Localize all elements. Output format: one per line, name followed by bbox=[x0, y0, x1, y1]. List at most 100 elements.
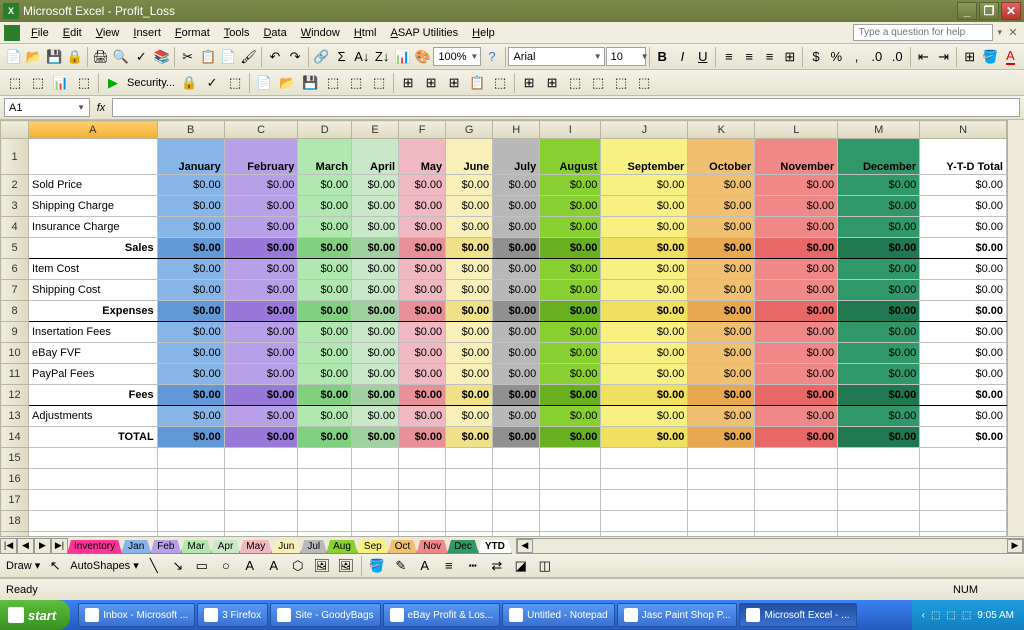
data-cell[interactable]: $0.00 bbox=[601, 406, 688, 427]
data-cell[interactable]: $0.00 bbox=[446, 301, 493, 322]
data-cell[interactable]: $0.00 bbox=[399, 301, 446, 322]
empty-cell[interactable] bbox=[298, 469, 352, 490]
data-cell[interactable]: $0.00 bbox=[298, 364, 352, 385]
data-cell[interactable]: $0.00 bbox=[755, 301, 838, 322]
empty-cell[interactable] bbox=[540, 448, 601, 469]
line-color-button[interactable]: ✎ bbox=[390, 555, 412, 577]
data-cell[interactable]: $0.00 bbox=[920, 238, 1007, 259]
header-cell[interactable]: March bbox=[298, 139, 352, 175]
row-header[interactable]: 4 bbox=[1, 217, 29, 238]
data-cell[interactable]: $0.00 bbox=[540, 322, 601, 343]
toolbar-btn-19[interactable]: ⊞ bbox=[518, 72, 540, 94]
data-cell[interactable]: $0.00 bbox=[838, 364, 920, 385]
header-cell[interactable]: August bbox=[540, 139, 601, 175]
tab-nav-last[interactable]: ▶| bbox=[51, 538, 68, 554]
data-cell[interactable]: $0.00 bbox=[399, 175, 446, 196]
data-cell[interactable]: $0.00 bbox=[352, 217, 399, 238]
data-cell[interactable]: $0.00 bbox=[540, 259, 601, 280]
menu-window[interactable]: Window bbox=[294, 24, 347, 42]
data-cell[interactable]: $0.00 bbox=[755, 280, 838, 301]
fill-color-draw-button[interactable]: 🪣 bbox=[366, 555, 388, 577]
data-cell[interactable]: $0.00 bbox=[601, 385, 688, 406]
data-cell[interactable]: $0.00 bbox=[540, 406, 601, 427]
toolbar-btn-24[interactable]: ⬚ bbox=[633, 72, 655, 94]
data-cell[interactable]: $0.00 bbox=[838, 175, 920, 196]
currency-button[interactable]: $ bbox=[806, 46, 825, 68]
data-cell[interactable]: $0.00 bbox=[224, 217, 298, 238]
toolbar-btn-15[interactable]: ⊞ bbox=[420, 72, 442, 94]
dash-style-button[interactable]: ┅ bbox=[462, 555, 484, 577]
header-cell[interactable]: June bbox=[446, 139, 493, 175]
header-cell[interactable]: January bbox=[157, 139, 224, 175]
empty-cell[interactable] bbox=[399, 532, 446, 537]
data-cell[interactable]: $0.00 bbox=[157, 385, 224, 406]
data-cell[interactable]: $0.00 bbox=[838, 343, 920, 364]
data-cell[interactable]: $0.00 bbox=[446, 196, 493, 217]
data-cell[interactable]: $0.00 bbox=[838, 217, 920, 238]
header-cell[interactable]: September bbox=[601, 139, 688, 175]
toolbar-btn-12[interactable]: ⬚ bbox=[345, 72, 367, 94]
data-cell[interactable]: $0.00 bbox=[540, 175, 601, 196]
data-cell[interactable]: $0.00 bbox=[157, 364, 224, 385]
data-cell[interactable]: $0.00 bbox=[224, 196, 298, 217]
horizontal-scrollbar[interactable]: ◀▶ bbox=[516, 538, 1024, 554]
empty-cell[interactable] bbox=[601, 448, 688, 469]
fx-button[interactable]: fx bbox=[90, 102, 112, 114]
row-header[interactable]: 19 bbox=[1, 532, 29, 537]
data-cell[interactable]: $0.00 bbox=[601, 301, 688, 322]
data-cell[interactable]: $0.00 bbox=[399, 427, 446, 448]
empty-cell[interactable] bbox=[446, 490, 493, 511]
data-cell[interactable]: $0.00 bbox=[224, 322, 298, 343]
data-cell[interactable]: $0.00 bbox=[920, 427, 1007, 448]
data-cell[interactable]: $0.00 bbox=[688, 406, 755, 427]
toolbar-btn-23[interactable]: ⬚ bbox=[610, 72, 632, 94]
toolbar-btn-3[interactable]: 📊 bbox=[50, 72, 72, 94]
empty-cell[interactable] bbox=[29, 490, 158, 511]
empty-cell[interactable] bbox=[920, 532, 1007, 537]
empty-cell[interactable] bbox=[493, 511, 540, 532]
row-header[interactable]: 14 bbox=[1, 427, 29, 448]
empty-cell[interactable] bbox=[446, 511, 493, 532]
data-cell[interactable]: $0.00 bbox=[920, 196, 1007, 217]
chart-button[interactable]: 📊 bbox=[393, 46, 412, 68]
data-cell[interactable]: $0.00 bbox=[352, 322, 399, 343]
empty-cell[interactable] bbox=[493, 448, 540, 469]
empty-cell[interactable] bbox=[920, 511, 1007, 532]
row-label-cell[interactable]: Adjustments bbox=[29, 406, 158, 427]
empty-cell[interactable] bbox=[298, 448, 352, 469]
column-header[interactable]: J bbox=[601, 121, 688, 139]
data-cell[interactable]: $0.00 bbox=[920, 322, 1007, 343]
taskbar-app[interactable]: Site - GoodyBags bbox=[270, 603, 380, 627]
data-cell[interactable]: $0.00 bbox=[298, 238, 352, 259]
data-cell[interactable]: $0.00 bbox=[352, 406, 399, 427]
empty-cell[interactable] bbox=[540, 532, 601, 537]
data-cell[interactable]: $0.00 bbox=[157, 301, 224, 322]
data-cell[interactable]: $0.00 bbox=[755, 427, 838, 448]
decrease-decimal-button[interactable]: .0 bbox=[888, 46, 907, 68]
sheet-tab-sep[interactable]: Sep bbox=[357, 540, 389, 554]
data-cell[interactable]: $0.00 bbox=[601, 280, 688, 301]
empty-cell[interactable] bbox=[493, 469, 540, 490]
data-cell[interactable]: $0.00 bbox=[755, 364, 838, 385]
research-button[interactable]: 📚 bbox=[152, 46, 171, 68]
empty-cell[interactable] bbox=[224, 490, 298, 511]
row-label-cell[interactable]: Item Cost bbox=[29, 259, 158, 280]
increase-decimal-button[interactable]: .0 bbox=[867, 46, 886, 68]
data-cell[interactable]: $0.00 bbox=[446, 280, 493, 301]
empty-cell[interactable] bbox=[224, 469, 298, 490]
font-size-dropdown[interactable]: 10▼ bbox=[606, 47, 646, 66]
name-box[interactable]: A1▼ bbox=[4, 98, 90, 117]
row-header[interactable]: 16 bbox=[1, 469, 29, 490]
help-search[interactable] bbox=[853, 24, 993, 41]
toolbar-btn-4[interactable]: ⬚ bbox=[73, 72, 95, 94]
data-cell[interactable]: $0.00 bbox=[298, 280, 352, 301]
data-cell[interactable]: $0.00 bbox=[224, 280, 298, 301]
toolbar-btn-14[interactable]: ⊞ bbox=[397, 72, 419, 94]
data-cell[interactable]: $0.00 bbox=[352, 196, 399, 217]
sheet-tab-jun[interactable]: Jun bbox=[271, 540, 301, 554]
empty-cell[interactable] bbox=[157, 448, 224, 469]
data-cell[interactable]: $0.00 bbox=[352, 280, 399, 301]
empty-cell[interactable] bbox=[352, 448, 399, 469]
empty-cell[interactable] bbox=[157, 511, 224, 532]
header-cell[interactable] bbox=[29, 139, 158, 175]
